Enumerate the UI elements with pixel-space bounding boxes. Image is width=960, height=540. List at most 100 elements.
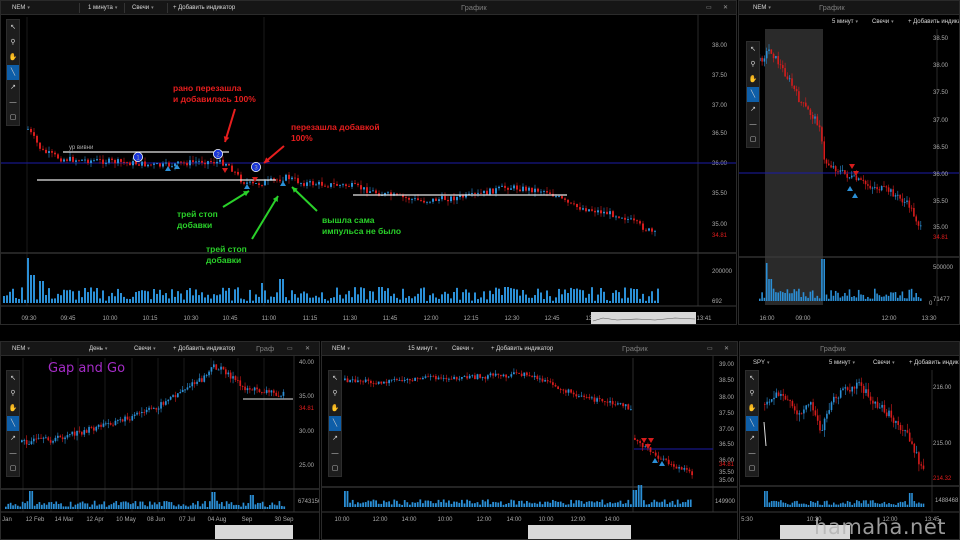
- trendline-icon[interactable]: ╲: [7, 416, 19, 431]
- volume-bar: [255, 294, 257, 303]
- cursor-icon[interactable]: ↖: [7, 20, 19, 35]
- time-tick-label: 12:00: [372, 517, 388, 523]
- candle: [906, 200, 908, 203]
- hline-icon[interactable]: —: [7, 446, 19, 461]
- ray-icon[interactable]: ↗: [329, 431, 341, 446]
- volume-bar: [30, 275, 32, 303]
- ray-icon[interactable]: ↗: [746, 431, 758, 446]
- bottom-middle-chart-canvas[interactable]: 39.0038.5038.0037.5037.0036.5036.0035.50…: [322, 342, 738, 540]
- volume-bar: [880, 296, 883, 301]
- cursor-icon[interactable]: ↖: [7, 371, 19, 386]
- rect-icon[interactable]: ▢: [329, 461, 341, 476]
- cursor-icon[interactable]: ↖: [747, 42, 759, 57]
- zoom-icon[interactable]: ⚲: [329, 386, 341, 401]
- ray-icon[interactable]: ↗: [7, 80, 19, 95]
- trendline-icon[interactable]: ╲: [7, 65, 19, 80]
- current-price-label: 34.81: [719, 462, 735, 468]
- cursor-icon[interactable]: ↖: [329, 371, 341, 386]
- volume-bar: [576, 288, 578, 303]
- candle: [270, 178, 272, 180]
- bottom-right-chart-canvas[interactable]: 216.00215.00214.3214884685:30 10:30 12:00 1…: [740, 342, 960, 540]
- price-tick-label: 37.00: [719, 427, 735, 433]
- candle: [654, 230, 656, 232]
- time-tick-label: 12:30: [504, 316, 520, 322]
- volume-bar: [123, 296, 125, 303]
- rect-icon[interactable]: ▢: [7, 110, 19, 125]
- candle: [477, 192, 479, 194]
- time-tick-label: 10:00: [437, 517, 453, 523]
- candle: [644, 446, 647, 448]
- hline-icon[interactable]: —: [7, 95, 19, 110]
- candle: [522, 186, 524, 192]
- candle: [372, 383, 375, 384]
- candle: [186, 162, 188, 166]
- volume-bar: [614, 502, 617, 507]
- cursor-icon[interactable]: ↖: [746, 371, 758, 386]
- candle: [534, 188, 536, 193]
- candle: [826, 413, 828, 419]
- volume-bar: [598, 501, 601, 507]
- candle: [246, 388, 249, 391]
- volume-bar: [802, 292, 805, 301]
- time-tick-label: 10 May: [116, 517, 136, 523]
- volume-bar: [869, 500, 872, 507]
- rect-icon[interactable]: ▢: [747, 132, 759, 147]
- candle: [871, 187, 874, 189]
- candle: [867, 184, 869, 186]
- hline-icon[interactable]: —: [329, 446, 341, 461]
- zoom-icon[interactable]: ⚲: [746, 386, 758, 401]
- candle: [207, 161, 209, 165]
- volume-bar: [920, 298, 922, 301]
- hline-icon[interactable]: —: [746, 446, 758, 461]
- candle: [555, 196, 557, 198]
- volume-bar: [450, 503, 453, 507]
- volume-bar: [363, 288, 365, 303]
- volume-bar: [144, 290, 146, 303]
- candle: [591, 397, 593, 399]
- trendline-icon[interactable]: ╲: [747, 87, 759, 102]
- trendline-icon[interactable]: ╲: [746, 416, 758, 431]
- sell-marker: [849, 164, 855, 169]
- main-chart-canvas[interactable]: 38.00 37.50 37.00 36.50 36.00 35.50 35.00 34.81…: [1, 1, 737, 325]
- ray-icon[interactable]: ↗: [7, 431, 19, 446]
- rect-icon[interactable]: ▢: [746, 461, 758, 476]
- volume-bar: [788, 293, 791, 301]
- candle: [282, 391, 285, 396]
- time-tick-label: 5:30: [741, 517, 753, 523]
- volume-bar: [370, 501, 372, 507]
- hand-icon[interactable]: ✋: [746, 401, 758, 416]
- candle: [899, 425, 902, 431]
- candle: [796, 410, 798, 415]
- hand-icon[interactable]: ✋: [747, 72, 759, 87]
- trendline-icon[interactable]: ╲: [329, 416, 341, 431]
- volume-bar: [768, 279, 770, 301]
- zoom-icon[interactable]: ⚲: [7, 386, 19, 401]
- volume-bar: [453, 501, 455, 507]
- volume-bar: [494, 502, 497, 507]
- hand-icon[interactable]: ✋: [329, 401, 341, 416]
- candle: [145, 409, 148, 413]
- time-tick-label: Jan: [2, 517, 12, 523]
- hand-icon[interactable]: ✋: [7, 50, 19, 65]
- candle: [476, 374, 479, 380]
- candle: [828, 163, 830, 166]
- hand-icon[interactable]: ✋: [7, 401, 19, 416]
- volume-bar: [636, 289, 638, 303]
- volume-bar: [105, 506, 108, 509]
- zoom-icon[interactable]: ⚲: [747, 57, 759, 72]
- ray-icon[interactable]: ↗: [747, 102, 759, 117]
- rect-icon[interactable]: ▢: [7, 461, 19, 476]
- hline-icon[interactable]: —: [747, 117, 759, 132]
- top-right-chart-canvas[interactable]: 38.50 38.00 37.50 37.00 36.50 36.00 35.50 35.00…: [739, 1, 960, 325]
- candle: [120, 159, 122, 162]
- candle: [83, 430, 86, 435]
- volume-bar: [911, 493, 913, 507]
- candle: [883, 186, 885, 187]
- candle: [256, 387, 258, 390]
- volume-bar: [811, 290, 814, 301]
- zoom-icon[interactable]: ⚲: [7, 35, 19, 50]
- candle: [234, 171, 236, 173]
- volume-bar: [98, 504, 101, 509]
- candle: [680, 467, 683, 470]
- volume-bar: [839, 297, 842, 301]
